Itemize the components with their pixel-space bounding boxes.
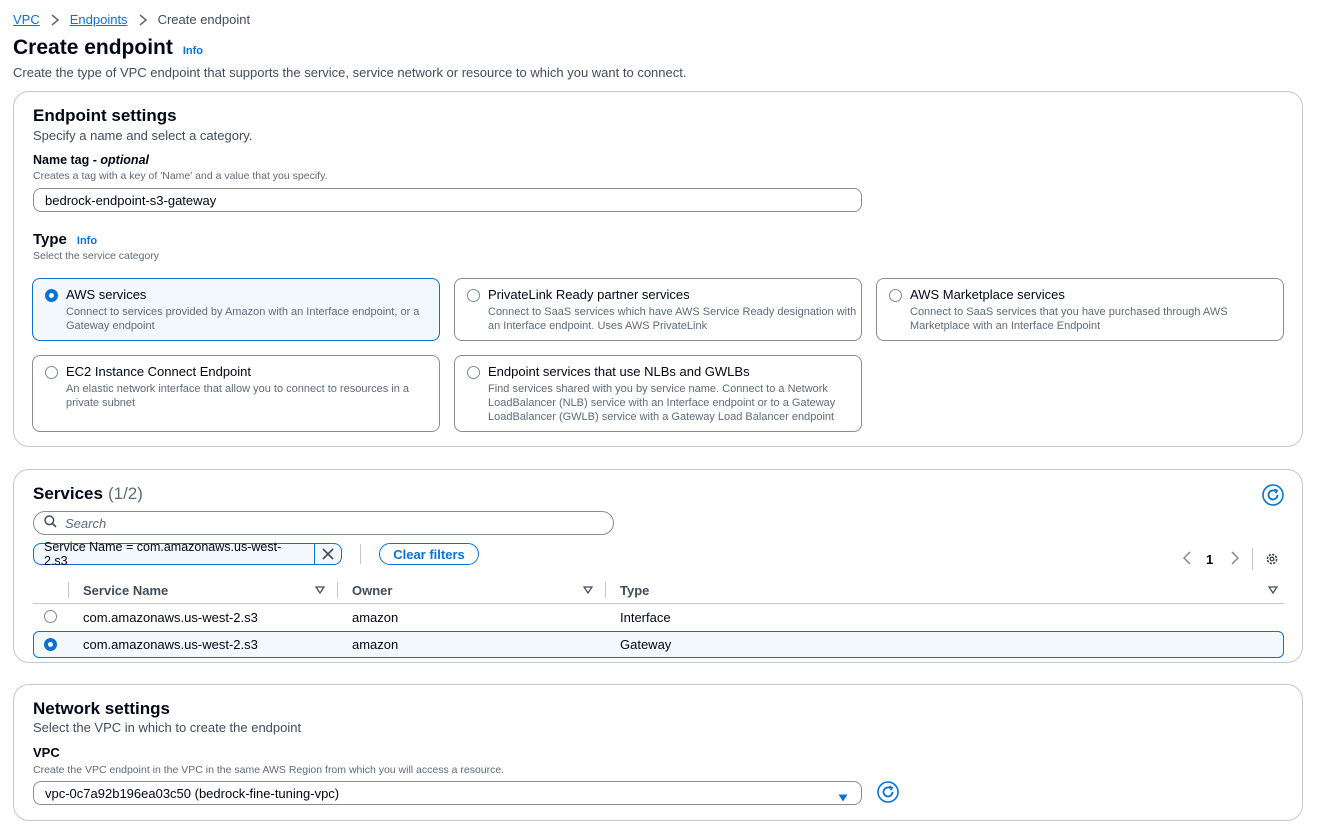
clear-filters-button[interactable]: Clear filters — [379, 543, 479, 565]
network-settings-title: Network settings — [33, 699, 170, 718]
page-number[interactable]: 1 — [1206, 552, 1213, 567]
tile-aws-marketplace[interactable]: AWS Marketplace services Connect to SaaS… — [876, 278, 1284, 341]
tile-aws-marketplace-radio[interactable] — [889, 289, 902, 302]
refresh-icon[interactable] — [1261, 483, 1285, 507]
cell-service-name: com.amazonaws.us-west-2.s3 — [83, 610, 258, 625]
tile-title: Endpoint services that use NLBs and GWLB… — [488, 364, 750, 379]
page-title-text: Create endpoint — [13, 36, 173, 59]
services-count: (1/2) — [107, 484, 143, 503]
page-title: Create endpoint Info — [13, 36, 203, 60]
table-row[interactable]: com.amazonaws.us-west-2.s3 amazon Gatewa… — [33, 631, 1284, 658]
column-header-service-name[interactable]: Service Name — [83, 583, 168, 598]
endpoint-settings-title: Endpoint settings — [33, 106, 177, 125]
column-divider — [605, 582, 606, 598]
pagination-divider — [1252, 548, 1253, 570]
breadcrumb-current: Create endpoint — [157, 12, 251, 27]
tile-title: AWS services — [66, 287, 147, 302]
type-description: Select the service category — [33, 250, 160, 262]
name-tag-value: bedrock-endpoint-s3-gateway — [45, 192, 217, 208]
search-placeholder: Search — [65, 515, 107, 531]
network-settings-container: Network settings Select the VPC in which… — [13, 684, 1303, 821]
name-tag-optional: optional — [100, 153, 149, 167]
tile-ec2-instance-connect[interactable]: EC2 Instance Connect Endpoint An elastic… — [32, 355, 440, 432]
type-info-link[interactable]: Info — [77, 235, 97, 247]
cell-owner: amazon — [352, 610, 399, 625]
filter-token: Service Name = com.amazonaws.us-west-2.s… — [33, 540, 342, 568]
vpc-constraint: Create the VPC endpoint in the VPC in th… — [33, 764, 505, 776]
column-divider — [337, 582, 338, 598]
tile-description: Connect to SaaS services which have AWS … — [488, 306, 857, 332]
column-header-type[interactable]: Type — [620, 583, 649, 598]
cell-service-name: com.amazonaws.us-west-2.s3 — [83, 637, 258, 652]
row-radio[interactable] — [44, 638, 57, 651]
page-description: Create the type of VPC endpoint that sup… — [13, 65, 687, 80]
vpc-select-value: vpc-0c7a92b196ea03c50 (bedrock-fine-tuni… — [45, 785, 340, 801]
filter-token-label: Service Name = com.amazonaws.us-west-2.s… — [34, 540, 316, 568]
close-icon[interactable] — [315, 544, 341, 564]
table-row[interactable]: com.amazonaws.us-west-2.s3 amazon Interf… — [33, 604, 1284, 631]
type-label-text: Type — [33, 231, 67, 248]
cell-type: Interface — [620, 610, 671, 625]
services-title: Services — [33, 484, 103, 503]
breadcrumb-endpoints-link[interactable]: Endpoints — [70, 12, 128, 27]
name-tag-constraint: Creates a tag with a key of 'Name' and a… — [33, 170, 328, 182]
tile-aws-services-radio[interactable] — [45, 289, 58, 302]
services-container: Services (1/2) Search Service Name = com… — [13, 469, 1303, 663]
caret-down-icon[interactable] — [582, 585, 594, 595]
tile-description: Find services shared with you by service… — [488, 383, 836, 423]
caret-down-icon[interactable] — [314, 585, 326, 595]
chevron-right-icon — [138, 13, 148, 26]
chevron-right-icon[interactable] — [1228, 550, 1242, 566]
tile-privatelink-partner-radio[interactable] — [467, 289, 480, 302]
tile-aws-services[interactable]: AWS services Connect to services provide… — [32, 278, 440, 341]
tile-nlb-gwlb-services-radio[interactable] — [467, 366, 480, 379]
filter-divider — [360, 544, 361, 564]
network-settings-description: Select the VPC in which to create the en… — [33, 720, 302, 735]
search-icon — [44, 515, 57, 531]
cell-type: Gateway — [620, 637, 672, 652]
refresh-icon[interactable] — [876, 780, 900, 804]
tile-title: AWS Marketplace services — [910, 287, 1065, 302]
name-tag-label-text: Name tag - — [33, 153, 101, 167]
column-divider — [68, 582, 69, 598]
vpc-label: VPC — [33, 745, 60, 760]
page-info-link[interactable]: Info — [183, 45, 203, 57]
chevron-left-icon[interactable] — [1180, 550, 1194, 566]
type-label: Type Info — [33, 231, 97, 248]
name-tag-label: Name tag - optional — [33, 153, 149, 167]
tile-description: Connect to SaaS services that you have p… — [910, 306, 1228, 332]
caret-down-icon — [838, 790, 848, 805]
tile-title: EC2 Instance Connect Endpoint — [66, 364, 252, 379]
cell-owner: amazon — [352, 637, 399, 652]
gear-icon[interactable] — [1265, 552, 1279, 566]
tile-description: Connect to services provided by Amazon w… — [66, 306, 420, 332]
tile-description: An elastic network interface that allow … — [66, 383, 410, 409]
caret-down-icon[interactable] — [1267, 585, 1279, 595]
endpoint-settings-container: Endpoint settings Specify a name and sel… — [13, 91, 1303, 447]
vpc-select[interactable]: vpc-0c7a92b196ea03c50 (bedrock-fine-tuni… — [33, 781, 862, 805]
column-header-owner[interactable]: Owner — [352, 583, 392, 598]
endpoint-settings-description: Specify a name and select a category. — [33, 128, 253, 143]
name-tag-input[interactable]: bedrock-endpoint-s3-gateway — [33, 188, 862, 212]
services-header: Services (1/2) — [33, 484, 143, 504]
tile-privatelink-partner[interactable]: PrivateLink Ready partner services Conne… — [454, 278, 862, 341]
row-radio[interactable] — [44, 610, 57, 623]
breadcrumb: VPC Endpoints Create endpoint — [13, 12, 250, 27]
services-search[interactable]: Search — [33, 511, 614, 535]
tile-title: PrivateLink Ready partner services — [488, 287, 690, 302]
tile-ec2-instance-connect-radio[interactable] — [45, 366, 58, 379]
chevron-right-icon — [50, 13, 60, 26]
breadcrumb-vpc-link[interactable]: VPC — [13, 12, 40, 27]
tile-nlb-gwlb-services[interactable]: Endpoint services that use NLBs and GWLB… — [454, 355, 862, 432]
